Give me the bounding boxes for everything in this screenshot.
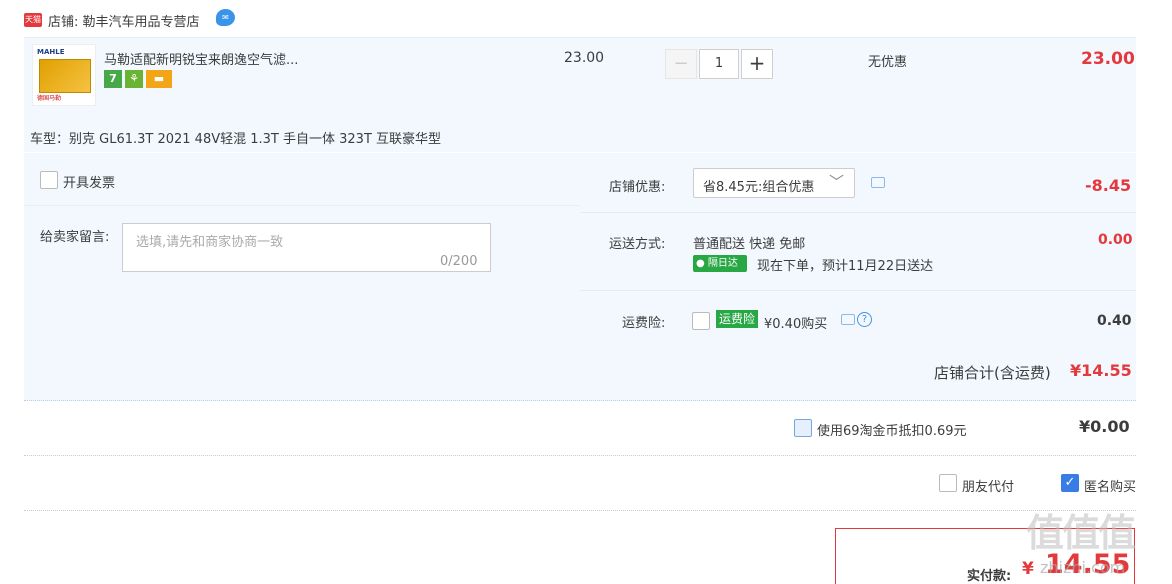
shipping-insurance-label: 运费险: xyxy=(622,316,666,331)
product-title[interactable]: 马勒适配新明锐宝来朗逸空气滤... xyxy=(104,49,298,68)
shipping-insurance-price: ¥0.40购买 xyxy=(764,317,828,332)
product-image-brand: MAHLE xyxy=(37,48,65,56)
quantity-decrease-button[interactable]: − xyxy=(665,49,697,79)
chevron-down-icon[interactable]: ﹀ xyxy=(829,171,844,192)
shipping-insurance-badge: 运费险 xyxy=(716,310,758,328)
shipping-label: 运送方式: xyxy=(609,237,666,252)
watermark-url: zhizhi.com xyxy=(1040,558,1126,577)
taobao-coins-amount: ¥0.00 xyxy=(1079,417,1130,436)
item-discount: 无优惠 xyxy=(868,55,908,70)
product-image-caption: 德国马勒 xyxy=(37,95,62,102)
payment-currency: ¥ xyxy=(1022,559,1034,579)
friend-pay-checkbox[interactable] xyxy=(939,474,957,492)
shop-discount-amount: -8.45 xyxy=(1085,176,1132,195)
help-icon[interactable]: ? xyxy=(857,312,872,327)
taobao-coins-checkbox[interactable] xyxy=(794,419,812,437)
comment-icon[interactable] xyxy=(841,314,855,325)
seller-message-counter: 0/200 xyxy=(440,254,478,269)
anonymous-purchase-checkbox[interactable]: ✓ xyxy=(1061,474,1079,492)
shop-discount-label: 店铺优惠: xyxy=(609,180,666,195)
item-line-total: 23.00 xyxy=(1081,49,1135,69)
shipping-amount: 0.00 xyxy=(1098,232,1133,248)
car-model: 车型：别克 GL61.3T 2021 48V轻混 1.3T 手自一体 323T … xyxy=(30,132,442,147)
shop-name[interactable]: 店铺: 勒丰汽车用品专营店 xyxy=(48,11,200,30)
invoice-label[interactable]: 开具发票 xyxy=(63,172,115,191)
seller-message-label: 给卖家留言: xyxy=(40,230,110,245)
seller-message-placeholder: 选填,请先和商家协商一致 xyxy=(136,235,284,250)
shipping-insurance-checkbox[interactable] xyxy=(692,312,710,330)
gift-icon: ⚘ xyxy=(125,70,143,88)
seven-day-return-icon: 7 xyxy=(104,70,122,88)
card-icon: ▬ xyxy=(146,70,172,88)
service-icons: 7 ⚘ ▬ xyxy=(104,70,172,88)
taobao-coins-label[interactable]: 使用69淘金币抵扣0.69元 xyxy=(817,420,967,439)
shop-subtotal-amount: ¥14.55 xyxy=(1070,361,1132,380)
shop-subtotal-label: 店铺合计(含运费) xyxy=(934,364,1051,382)
friend-pay-label[interactable]: 朋友代付 xyxy=(962,476,1014,495)
quantity-increase-button[interactable]: + xyxy=(741,49,773,79)
shipping-method: 普通配送 快递 免邮 xyxy=(693,237,806,252)
invoice-checkbox[interactable] xyxy=(40,171,58,189)
unit-price: 23.00 xyxy=(564,50,605,66)
payment-label: 实付款: xyxy=(967,569,1012,584)
next-day-badge: ● 隔日达 xyxy=(693,255,747,272)
anonymous-purchase-label[interactable]: 匿名购买 xyxy=(1084,476,1136,495)
shop-discount-selected[interactable]: 省8.45元:组合优惠 xyxy=(703,176,814,195)
quantity-input[interactable]: 1 xyxy=(699,49,739,79)
comment-icon[interactable] xyxy=(871,177,885,188)
shipping-eta: 现在下单，预计11月22日送达 xyxy=(757,259,934,274)
tmall-icon: 天猫 xyxy=(24,13,42,27)
shipping-insurance-amount: 0.40 xyxy=(1097,313,1132,329)
watermark-logo: 值值值 xyxy=(1026,511,1136,555)
chat-icon[interactable]: ✉ xyxy=(216,9,235,26)
product-image[interactable]: MAHLE 德国马勒 xyxy=(32,44,96,106)
